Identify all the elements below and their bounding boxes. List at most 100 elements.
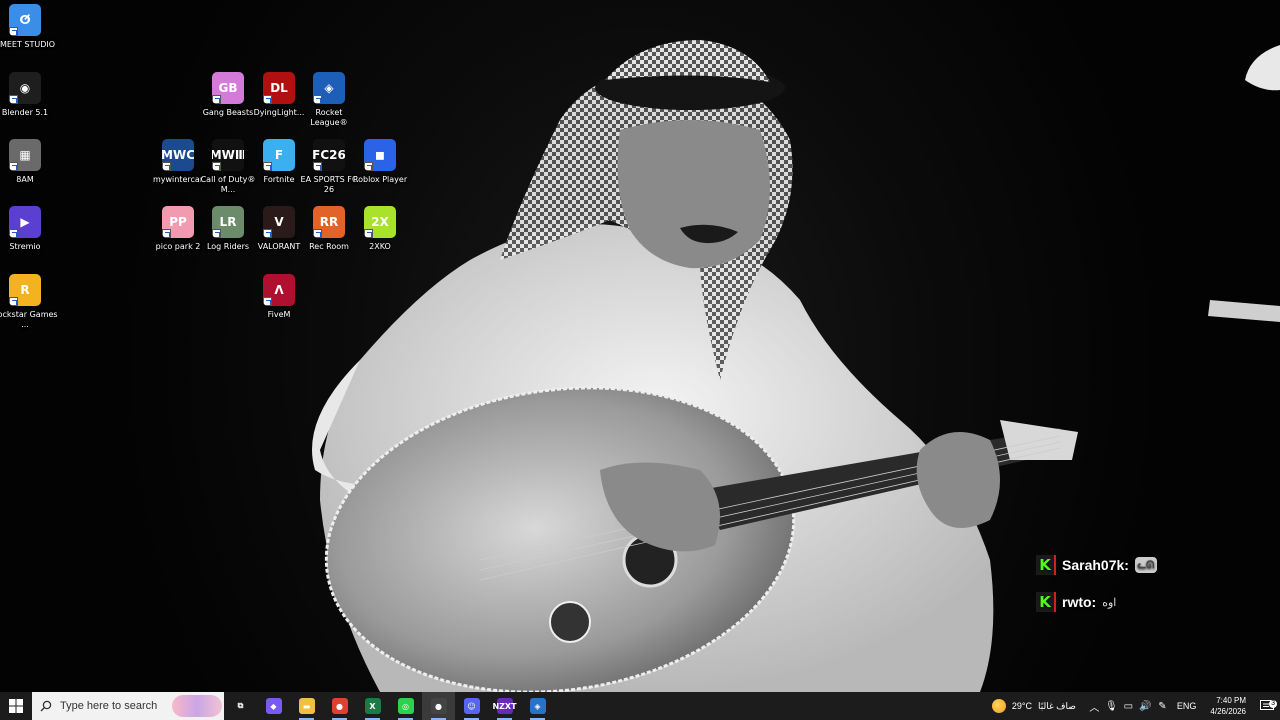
shortcut-arrow-icon [212,95,221,104]
weather-temperature: 29°C [1011,701,1033,711]
clock-time: 7:40 PM [1216,696,1246,705]
shortcut-arrow-icon [9,27,18,36]
taskbar-clock[interactable]: 7:40 PM 4/26/2026 [1202,695,1254,717]
taskbar-app-task-view[interactable]: ⧉ [224,692,257,720]
network-icon[interactable]: ▭ [1120,701,1137,712]
shortcut-arrow-icon [9,162,18,171]
nzxt-cam-icon: NZXT [492,698,517,714]
shortcut-label: EMEET STUDIO [0,40,56,49]
taskbar-app-file-explorer[interactable]: ▬ [290,692,323,720]
rec-room-icon: RR [313,206,345,238]
shortcut-arrow-icon [263,229,272,238]
mywintercar-icon: MWC [162,139,194,171]
kick-badge-icon: K [1036,555,1056,575]
shortcut-arrow-icon [9,95,18,104]
fortnite-icon: F [263,139,295,171]
taskbar-app-razer[interactable]: ◎ [389,692,422,720]
chat-username: rwto: [1062,594,1097,610]
weather-widget[interactable]: 29°C صاف غالبًا [982,699,1086,713]
clock-date: 4/26/2026 [1210,707,1246,716]
shortcut-arrow-icon [162,162,171,171]
taskbar-app-shield-app[interactable]: ◈ [521,692,554,720]
shortcut-arrow-icon [364,229,373,238]
pen-icon[interactable]: ✎ [1154,701,1171,712]
cat-emote-icon: ᓚᘏ [1134,557,1157,573]
notification-count-badge: 3 [1269,700,1277,708]
valorant-icon: V [263,206,295,238]
system-tray: 29°C صاف غالبًا ︿ 🎙 ▭ 🔊 ✎ ENG 7:40 PM 4/… [982,692,1280,720]
razer-icon: ◎ [397,698,414,714]
start-button[interactable] [0,692,32,720]
taskbar-app-copilot[interactable]: ◆ [257,692,290,720]
rockstar-games-icon: R [9,274,41,306]
shortcut-label: 2XKO [369,242,391,251]
taskbar-app-nzxt-cam[interactable]: NZXT [488,692,521,720]
discord-icon: ☺ [463,698,480,714]
desktop-shortcut[interactable]: ◼ Roblox Player [347,139,413,185]
chrome-icon: ● [331,698,348,714]
volume-icon[interactable]: 🔊 [1137,701,1154,712]
emeet-studio-icon: ⵚ [9,4,41,36]
desktop-shortcut[interactable]: Λ FiveM [246,274,312,320]
gang-beasts-icon: GB [212,72,244,104]
rocket-league-icon: ◈ [313,72,345,104]
shortcut-arrow-icon [9,297,18,306]
shortcut-arrow-icon [263,162,272,171]
chat-message: K Sarah07k: ᓚᘏ [1036,555,1157,575]
show-hidden-icons-chevron-icon[interactable]: ︿ [1086,699,1103,714]
desktop-shortcut[interactable]: ▦ 8AM [0,139,58,185]
desktop-shortcut[interactable]: ◉ Blender 5.1 [0,72,58,118]
shortcut-arrow-icon [313,229,322,238]
pico-park-2-icon: PP [162,206,194,238]
chat-username: Sarah07k: [1062,557,1129,573]
notification-center-button[interactable]: 3 [1254,700,1280,712]
weather-sun-icon [991,699,1006,713]
shortcut-arrow-icon [263,95,272,104]
weather-condition: صاف غالبًا [1038,700,1076,711]
wallpaper-oud-player-illustration [312,40,1280,692]
shortcut-label: Roblox Player [352,175,408,184]
search-placeholder: Type here to search [60,700,158,712]
blender-5-1-icon: ◉ [9,72,41,104]
desktop-wallpaper [0,0,1280,692]
shortcut-label: FiveM [267,310,291,319]
taskbar-app-recording-app[interactable]: ● [422,692,455,720]
taskbar-app-chrome[interactable]: ● [323,692,356,720]
fivem-icon: Λ [263,274,295,306]
desktop-shortcut[interactable]: 2X 2XKO [347,206,413,252]
microphone-icon[interactable]: 🎙 [1103,701,1120,712]
shortcut-arrow-icon [313,162,322,171]
shortcut-arrow-icon [263,297,272,306]
taskbar-app-discord[interactable]: ☺ [455,692,488,720]
taskbar-search-box[interactable]: Type here to search [32,692,224,720]
search-icon [40,700,52,712]
ea-sports-fc-26-icon: FC26 [313,139,345,171]
shortcut-arrow-icon [364,162,373,171]
desktop-shortcut[interactable]: ◈ Rocket League® [296,72,362,128]
excel-icon: X [364,698,381,714]
shortcut-arrow-icon [162,229,171,238]
roblox-player-icon: ◼ [364,139,396,171]
kick-badge-icon: K [1036,592,1056,612]
recording-app-icon: ● [430,698,447,714]
shortcut-arrow-icon [212,162,221,171]
8am-icon: ▦ [9,139,41,171]
copilot-icon: ◆ [265,698,282,714]
desktop-shortcut[interactable]: ▶ Stremio [0,206,58,252]
dyinglight-icon: DL [263,72,295,104]
shortcut-label: Blender 5.1 [1,108,49,117]
windows-logo-icon [9,699,23,713]
shortcut-arrow-icon [313,95,322,104]
input-language-indicator[interactable]: ENG [1171,701,1203,711]
desktop-shortcut[interactable]: R Rockstar Games ... [0,274,58,330]
file-explorer-icon: ▬ [298,698,315,714]
shortcut-label: Rocket League® [310,108,348,127]
desktop-shortcut[interactable]: ⵚ EMEET STUDIO [0,4,58,50]
task-view-icon: ⧉ [237,701,244,710]
2xko-icon: 2X [364,206,396,238]
shortcut-label: Stremio [9,242,41,251]
taskbar-pinned-apps: ⧉ ◆ ▬ ● X ◎ ● ☺ NZXT ◈ [224,692,554,720]
taskbar-app-excel[interactable]: X [356,692,389,720]
stremio-icon: ▶ [9,206,41,238]
chat-text: اوه [1102,596,1117,609]
